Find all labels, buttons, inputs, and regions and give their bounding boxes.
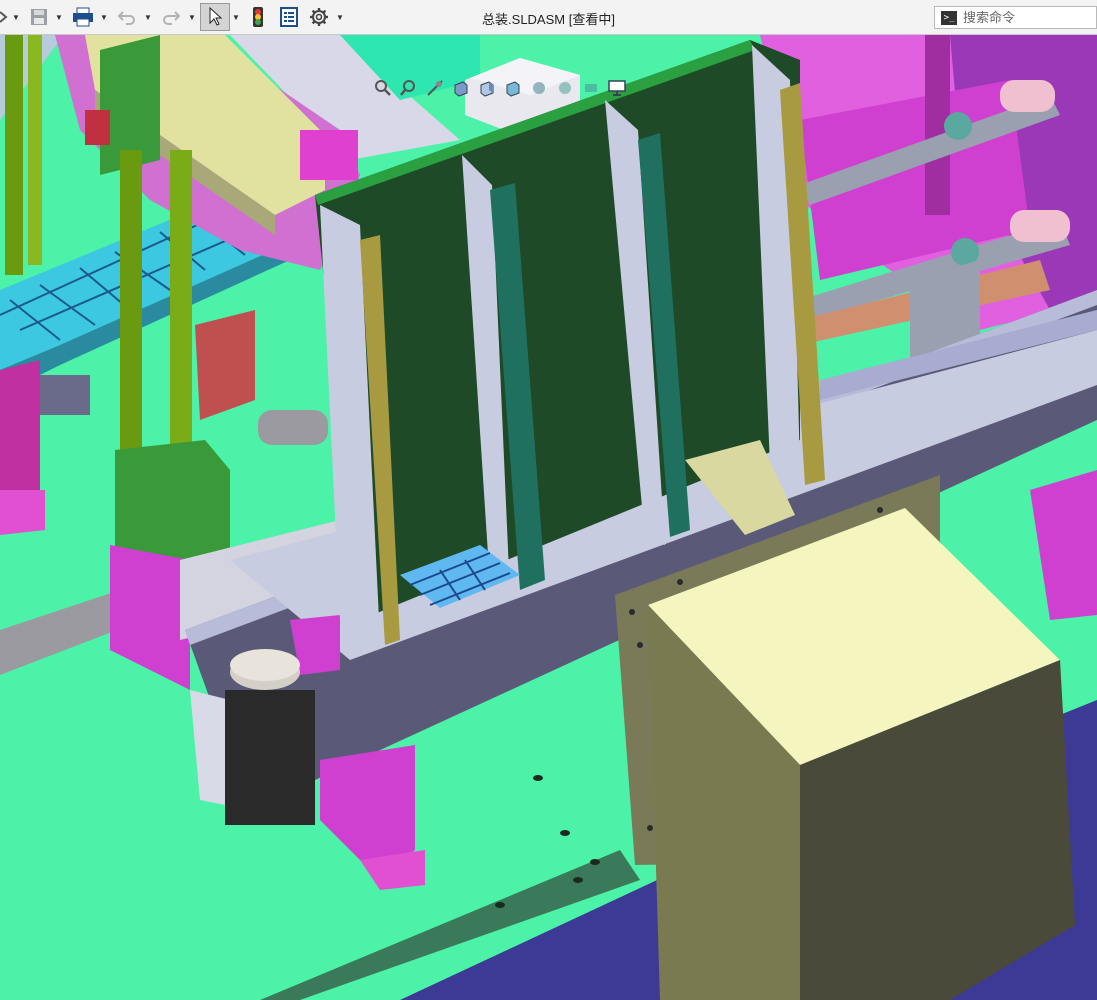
guide-rod [170, 150, 192, 490]
edit-appearance-icon[interactable] [554, 77, 576, 99]
support-foot [0, 490, 45, 535]
undo-icon[interactable] [115, 5, 139, 29]
shaft-end [1010, 210, 1070, 242]
cylinder-rod [258, 410, 328, 445]
hide-show-icon[interactable] [528, 77, 550, 99]
zoom-to-fit-icon[interactable] [372, 77, 394, 99]
search-input[interactable] [963, 10, 1083, 25]
apply-scene-icon[interactable] [580, 77, 602, 99]
previous-view-icon[interactable] [424, 77, 446, 99]
view-orientation-icon[interactable] [476, 77, 498, 99]
search-box[interactable]: >_ [934, 6, 1097, 29]
save-dropdown-caret[interactable]: ▼ [55, 10, 63, 24]
view-settings-icon[interactable] [606, 77, 628, 99]
redo-dropdown-caret[interactable]: ▼ [188, 10, 196, 24]
options-dropdown-caret[interactable]: ▼ [336, 10, 344, 24]
cad-model-view[interactable] [0, 35, 1097, 1000]
print-icon[interactable] [71, 5, 95, 29]
shaft-end [1000, 80, 1055, 112]
stepper-motor [225, 690, 315, 825]
guide-rod [120, 150, 142, 470]
display-style-icon[interactable] [502, 77, 524, 99]
rebuild-icon[interactable] [247, 5, 269, 29]
file-properties-icon[interactable] [277, 5, 301, 29]
select-dropdown-caret[interactable]: ▼ [232, 10, 240, 24]
command-prompt-icon: >_ [941, 10, 957, 25]
section-view-icon[interactable] [450, 77, 472, 99]
guide-rod [5, 35, 23, 275]
select-icon[interactable] [200, 3, 230, 31]
print-dropdown-caret[interactable]: ▼ [100, 10, 108, 24]
heads-up-view-toolbar [372, 76, 628, 100]
open-dropdown-caret[interactable]: ▼ [12, 10, 20, 24]
open-icon[interactable] [0, 5, 10, 29]
options-icon[interactable] [307, 5, 331, 29]
title-bar: ▼ ▼ ▼ ▼ ▼ ▼ ▼ 总装.SLDASM [查看中] >_ [0, 0, 1097, 35]
redo-icon[interactable] [159, 5, 183, 29]
zoom-to-area-icon[interactable] [398, 77, 420, 99]
graphics-area[interactable] [0, 35, 1097, 1000]
window-title: 总装.SLDASM [查看中] [482, 12, 615, 27]
undo-dropdown-caret[interactable]: ▼ [144, 10, 152, 24]
save-icon[interactable] [27, 5, 51, 29]
